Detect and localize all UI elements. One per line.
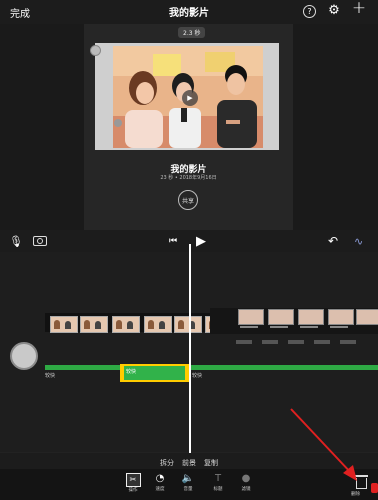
lock-marker-icon[interactable] bbox=[114, 119, 122, 127]
scissors-icon: ✂ bbox=[125, 473, 141, 487]
page-title: 我的影片 bbox=[169, 8, 209, 19]
audio-marker bbox=[314, 340, 330, 344]
selected-speed-label: 较快 bbox=[126, 369, 137, 375]
speed-label: 较快 bbox=[45, 373, 56, 379]
speed-track[interactable] bbox=[45, 365, 378, 370]
play-icon[interactable]: ▶ bbox=[196, 234, 206, 249]
undo-icon[interactable]: ↶ bbox=[328, 234, 338, 248]
audio-waveform-icon[interactable]: ∿ bbox=[354, 235, 363, 248]
speed-label: 较快 bbox=[192, 373, 203, 379]
tool-label: 滤镜 bbox=[241, 487, 251, 492]
split-button[interactable]: 拆分 bbox=[160, 458, 174, 468]
speaker-icon: 🔈 bbox=[181, 473, 195, 484]
help-icon[interactable]: ? bbox=[303, 5, 316, 18]
cutaway-audio-bar bbox=[270, 326, 288, 328]
voiceover-marker-icon[interactable] bbox=[90, 45, 101, 56]
clip-thumbnail bbox=[174, 316, 202, 333]
annotation-arrow bbox=[290, 408, 357, 481]
cutaway-audio-bar bbox=[240, 326, 258, 328]
foreground-button[interactable]: 前景 bbox=[182, 458, 196, 468]
tool-label: 速度 bbox=[155, 487, 165, 492]
cutaway-thumbnail bbox=[328, 309, 354, 325]
tool-actions[interactable]: ✂ 操作 bbox=[123, 473, 143, 493]
filter-icon: ● bbox=[241, 473, 251, 484]
clip-duration-badge: 2.3 秒 bbox=[178, 27, 206, 38]
tool-label: 标题 bbox=[213, 487, 223, 492]
cutaway-thumbnail bbox=[268, 309, 294, 325]
camera-icon[interactable] bbox=[33, 236, 47, 246]
clip-thumbnail bbox=[112, 316, 140, 333]
tool-label: 操作 bbox=[128, 488, 138, 493]
clip-thumbnail bbox=[80, 316, 108, 333]
clip-thumbnail bbox=[50, 316, 78, 333]
microphone-icon[interactable]: 🎙 bbox=[9, 235, 23, 248]
share-button[interactable]: 共享 bbox=[178, 190, 198, 210]
audio-marker bbox=[288, 340, 304, 344]
title-icon: T bbox=[214, 473, 222, 484]
cutaway-audio-bar bbox=[300, 326, 318, 328]
tool-titles[interactable]: T 标题 bbox=[208, 473, 228, 492]
skip-to-start-icon[interactable]: ⏮ bbox=[169, 236, 177, 246]
audio-marker bbox=[236, 340, 252, 344]
audio-marker bbox=[340, 340, 356, 344]
movie-subtitle: 23 秒 • 2018年9月16日 bbox=[160, 175, 217, 181]
cutaway-thumbnail bbox=[298, 309, 324, 325]
cutaway-thumbnail bbox=[356, 309, 378, 325]
tool-volume[interactable]: 🔈 音量 bbox=[178, 473, 198, 492]
settings-icon[interactable]: ⚙ bbox=[327, 3, 341, 18]
clip-thumbnail bbox=[144, 316, 172, 333]
trim-handle-left[interactable] bbox=[120, 364, 124, 382]
audio-marker bbox=[262, 340, 278, 344]
tool-filters[interactable]: ● 滤镜 bbox=[236, 473, 256, 492]
annotation-marker bbox=[371, 483, 378, 493]
cutaway-thumbnail bbox=[238, 309, 264, 325]
play-overlay-icon[interactable]: ▶ bbox=[182, 90, 198, 106]
speedometer-icon: ◔ bbox=[155, 473, 165, 484]
duplicate-button[interactable]: 复制 bbox=[204, 458, 218, 468]
tool-speed[interactable]: ◔ 速度 bbox=[150, 473, 170, 492]
delete-label: 删除 bbox=[351, 492, 360, 497]
playhead[interactable] bbox=[189, 244, 191, 454]
add-icon[interactable]: + bbox=[352, 0, 366, 18]
record-button[interactable] bbox=[10, 342, 38, 370]
tool-label: 音量 bbox=[183, 487, 193, 492]
cutaway-audio-bar bbox=[330, 326, 348, 328]
